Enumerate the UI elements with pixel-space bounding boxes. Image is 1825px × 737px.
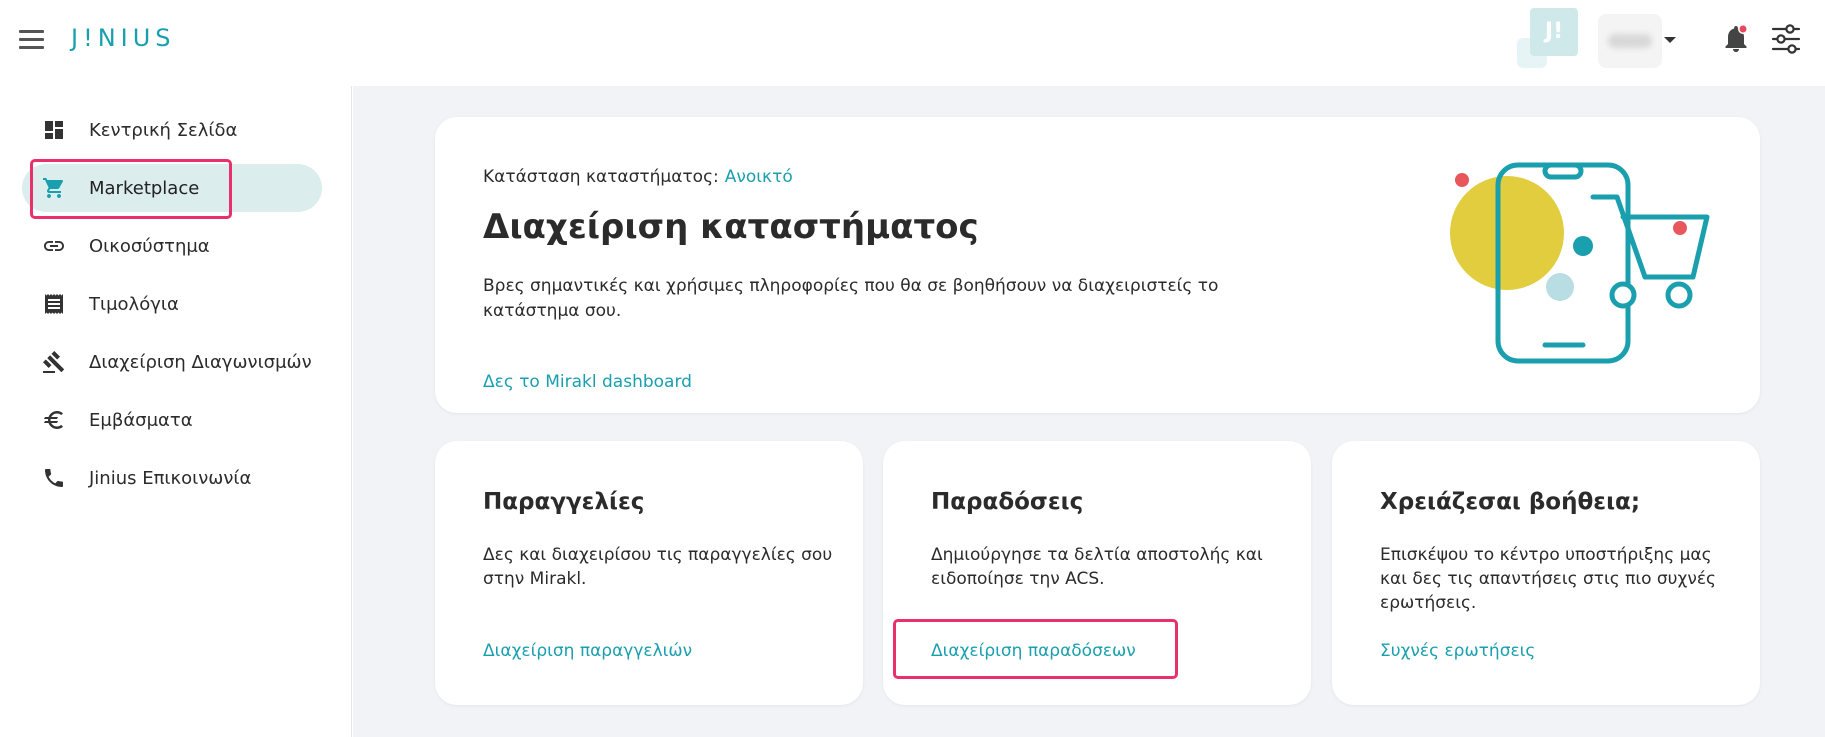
store-status-value: Ανοικτό bbox=[724, 167, 793, 187]
help-card: Χρειάζεσαι βοήθεια; Επισκέψου το κέντρο … bbox=[1332, 441, 1760, 705]
manage-deliveries-link[interactable]: Διαχείριση παραδόσεων bbox=[931, 641, 1136, 661]
phone-cart-illustration-icon bbox=[1450, 162, 1710, 364]
top-bar: J!NIUS J! bbox=[0, 0, 1825, 86]
dashboard-icon bbox=[45, 121, 63, 139]
sidebar: Κεντρική Σελίδα Marketplace Οικοσύστημα … bbox=[0, 86, 352, 737]
orders-card: Παραγγελίες Δες και διαχειρίσου τις παρα… bbox=[435, 441, 863, 705]
mirakl-dashboard-link[interactable]: Δες το Mirakl dashboard bbox=[483, 372, 692, 392]
sidebar-item-home[interactable]: Κεντρική Σελίδα bbox=[22, 106, 322, 154]
store-status: Κατάσταση καταστήματος: Ανοικτό bbox=[483, 167, 793, 187]
store-status-label: Κατάσταση καταστήματος: bbox=[483, 167, 719, 187]
deliveries-card-description: Δημιούργησε τα δελτία αποστολής και ειδο… bbox=[931, 545, 1263, 589]
manage-orders-link[interactable]: Διαχείριση παραγγελιών bbox=[483, 641, 692, 661]
sidebar-item-label: Τιμολόγια bbox=[89, 293, 179, 315]
notification-dot bbox=[1738, 24, 1748, 34]
sidebar-item-ecosystem[interactable]: Οικοσύστημα bbox=[22, 222, 322, 270]
sidebar-item-label: Κεντρική Σελίδα bbox=[89, 119, 238, 141]
phone-icon bbox=[45, 469, 63, 487]
deliveries-card-title: Παραδόσεις bbox=[931, 489, 1084, 515]
cart-icon bbox=[43, 178, 64, 198]
main-content: Κατάσταση καταστήματος: Ανοικτό Διαχείρισ… bbox=[353, 86, 1825, 737]
faq-link[interactable]: Συχνές ερωτήσεις bbox=[1380, 641, 1535, 661]
page-title: Διαχείριση καταστήματος bbox=[483, 207, 979, 247]
settings-sliders-icon[interactable] bbox=[1771, 24, 1801, 54]
menu-icon[interactable] bbox=[19, 30, 44, 49]
jinius-logo[interactable]: J!NIUS bbox=[71, 24, 176, 52]
euro-icon bbox=[44, 411, 63, 429]
sidebar-item-remittances[interactable]: Εμβάσματα bbox=[22, 396, 322, 444]
help-card-title: Χρειάζεσαι βοήθεια; bbox=[1380, 489, 1641, 515]
chevron-down-icon[interactable] bbox=[1664, 37, 1676, 43]
sidebar-item-label: Εμβάσματα bbox=[89, 409, 193, 431]
sidebar-item-invoices[interactable]: Τιμολόγια bbox=[22, 280, 322, 328]
sidebar-item-label: Marketplace bbox=[89, 177, 200, 199]
link-icon bbox=[44, 241, 64, 251]
store-management-card: Κατάσταση καταστήματος: Ανοικτό Διαχείρισ… bbox=[435, 117, 1760, 413]
hero-description: Βρες σημαντικές και χρήσιμες πληροφορίες… bbox=[483, 276, 1219, 321]
gavel-icon bbox=[43, 351, 65, 373]
sidebar-item-tenders[interactable]: Διαχείριση Διαγωνισμών bbox=[22, 338, 322, 386]
sidebar-item-label: Διαχείριση Διαγωνισμών bbox=[89, 351, 312, 373]
help-card-description: Επισκέψου το κέντρο υποστήριξης μας και … bbox=[1380, 545, 1716, 613]
sidebar-item-contact[interactable]: Jinius Επικοινωνία bbox=[22, 454, 322, 502]
bell-icon[interactable] bbox=[1723, 24, 1749, 54]
sidebar-item-label: Jinius Επικοινωνία bbox=[89, 467, 252, 489]
sidebar-item-label: Οικοσύστημα bbox=[89, 235, 210, 257]
orders-card-description: Δες και διαχειρίσου τις παραγγελίες σου … bbox=[483, 545, 833, 589]
receipt-icon bbox=[45, 294, 63, 314]
avatar[interactable]: J! bbox=[1530, 8, 1578, 56]
orders-card-title: Παραγγελίες bbox=[483, 489, 645, 515]
sidebar-item-marketplace[interactable]: Marketplace bbox=[22, 164, 322, 212]
deliveries-card: Παραδόσεις Δημιούργησε τα δελτία αποστολ… bbox=[883, 441, 1311, 705]
user-name-blurred[interactable] bbox=[1598, 14, 1662, 68]
